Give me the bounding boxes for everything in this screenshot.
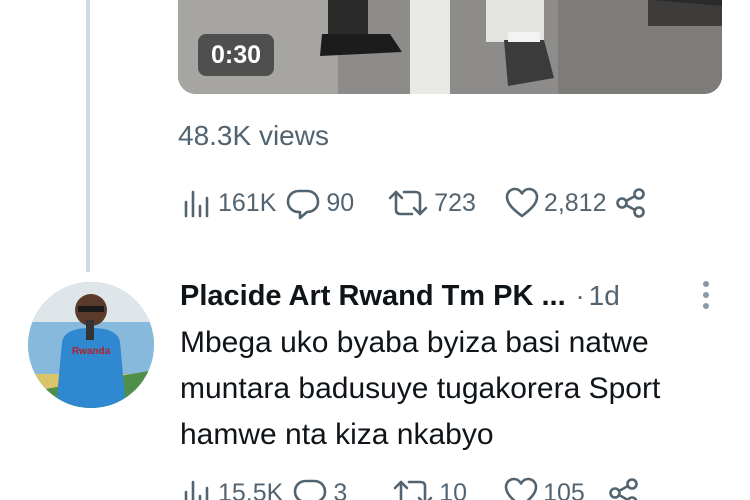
retweet-button[interactable]: 723 [386, 186, 476, 220]
reply-action-bar: 15.5K 3 10 105 [180, 476, 649, 500]
reply-button[interactable]: 90 [284, 186, 354, 220]
avatar[interactable]: Rwanda [28, 282, 154, 408]
more-options-icon[interactable] [702, 278, 710, 314]
retweet-icon [388, 190, 428, 216]
thread-connector-line [86, 0, 90, 272]
analytics-count: 161K [218, 188, 277, 217]
reply-like-button[interactable]: 105 [503, 476, 585, 500]
analytics-icon [184, 190, 209, 218]
avatar-photo: Rwanda [28, 282, 154, 408]
reply-timestamp[interactable]: 1d [589, 280, 620, 312]
view-count: 48.3K views [178, 120, 329, 151]
retweet-count: 723 [434, 188, 476, 217]
heart-icon [504, 477, 538, 500]
reply-share-button[interactable] [607, 476, 641, 500]
video-duration-badge: 0:30 [198, 34, 274, 76]
reply-reply-button[interactable]: 3 [291, 476, 347, 500]
reply-text: Mbega uko byaba byiza basi natwe muntara… [180, 326, 661, 451]
like-button[interactable]: 2,812 [504, 186, 607, 220]
like-count: 2,812 [543, 188, 607, 217]
reply-count: 90 [326, 188, 355, 217]
heart-icon [505, 187, 539, 218]
reply-reply-count: 3 [333, 478, 348, 500]
avatar-shirt-text: Rwanda [72, 346, 111, 357]
share-icon [616, 188, 646, 218]
tweet-action-bar: 161K 90 723 2,812 [180, 186, 656, 220]
reply-like-count: 105 [543, 478, 585, 500]
reply-analytics-count: 15.5K [218, 478, 284, 500]
dot-separator: · [575, 280, 585, 311]
reply-icon [287, 189, 320, 220]
reply-retweet-button[interactable]: 10 [391, 476, 467, 500]
analytics-icon [184, 480, 209, 500]
reply-icon [294, 479, 327, 500]
analytics-button[interactable]: 161K [180, 186, 276, 220]
share-icon [608, 478, 638, 500]
author-name[interactable]: Placide Art Rwand Tm PK ... [180, 280, 566, 313]
reply-analytics-button[interactable]: 15.5K [180, 476, 283, 500]
reply-retweet-count: 10 [439, 478, 468, 500]
retweet-icon [393, 480, 433, 500]
reply-header: Placide Art Rwand Tm PK ... · 1d [180, 276, 720, 316]
share-button[interactable] [614, 186, 648, 220]
